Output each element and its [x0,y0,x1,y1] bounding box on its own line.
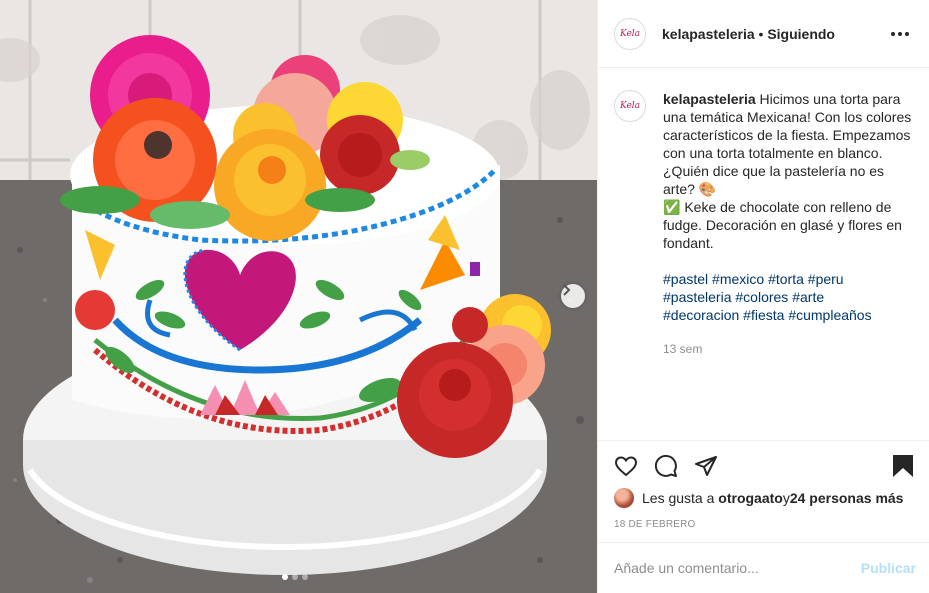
instagram-post: Kela kelapasteleria • Siguiendo Kela kel… [0,0,929,593]
caption-username-link[interactable]: kelapasteleria [663,91,756,107]
header-text: kelapasteleria • Siguiendo [662,26,835,42]
likes-summary: Les gusta a otrogaato y 24 personas más [614,488,914,508]
post-media[interactable] [0,0,597,593]
comment-box: Publicar [598,542,929,593]
hashtag-link[interactable]: #torta [768,271,804,287]
more-dot [898,31,902,36]
header-separator: • [754,25,768,42]
hashtag-link[interactable]: #peru [808,271,844,287]
like-button[interactable] [614,446,654,486]
share-icon [695,456,717,476]
liker-avatar[interactable] [614,488,634,508]
comment-icon [654,454,677,477]
post-caption: Kela kelapasteleria Hicimos una torta pa… [598,68,929,440]
following-button[interactable]: Siguiendo [767,26,835,42]
check-icon: ✅ [663,199,681,215]
hashtag-link[interactable]: #colores [735,289,788,305]
share-button[interactable] [694,446,734,486]
carousel-indicator [282,574,308,580]
next-slide-button[interactable] [561,284,585,308]
hashtag-link[interactable]: #mexico [712,271,764,287]
chevron-right-icon [563,284,571,296]
caption-text-detail: Keke de chocolate con relleno de fudge. … [663,199,902,251]
caption-body: kelapasteleria Hicimos una torta para un… [663,90,913,440]
profile-avatar[interactable]: Kela [614,17,646,50]
more-dot [891,31,895,36]
post-header: Kela kelapasteleria • Siguiendo [598,0,929,68]
heart-icon [614,456,638,477]
header-username-link[interactable]: kelapasteleria [662,26,755,42]
liker-username-link[interactable]: otrogaato [718,490,783,506]
carousel-dot [292,574,298,580]
bookmark-icon [893,455,913,477]
post-side-panel: Kela kelapasteleria • Siguiendo Kela kel… [597,0,929,593]
post-actions: Les gusta a otrogaato y 24 personas más … [598,440,929,543]
more-dot [905,31,909,36]
caption-avatar[interactable]: Kela [614,90,646,122]
hashtags: #pastel #mexico #torta #peru #pasteleria… [663,270,913,324]
likes-prefix: Les gusta a [642,490,715,506]
brand-logo: Kela [619,28,641,39]
carousel-dot [302,574,308,580]
carousel-dot-active [282,574,288,580]
comment-button[interactable] [654,446,694,486]
hashtag-link[interactable]: #pastel [663,271,708,287]
save-button[interactable] [874,446,914,486]
hashtag-link[interactable]: #arte [792,289,824,305]
more-options-button[interactable] [887,28,913,40]
hashtag-link[interactable]: #pasteleria [663,289,732,305]
caption-text-block: kelapasteleria Hicimos una torta para un… [663,90,913,252]
hashtag-link[interactable]: #fiesta [743,307,784,323]
post-date[interactable]: 18 DE FEBRERO [614,519,914,530]
brand-logo: Kela [619,101,641,111]
publish-button[interactable]: Publicar [861,560,916,576]
likes-others-link[interactable]: 24 personas más [790,490,904,506]
hashtag-link[interactable]: #decoracion [663,307,739,323]
action-icons [614,441,914,491]
hashtag-link[interactable]: #cumpleaños [788,307,871,323]
caption-timestamp[interactable]: 13 sem [663,340,913,358]
cake-photo [0,0,597,593]
comment-input[interactable] [614,560,861,576]
likes-connector: y [782,490,790,506]
